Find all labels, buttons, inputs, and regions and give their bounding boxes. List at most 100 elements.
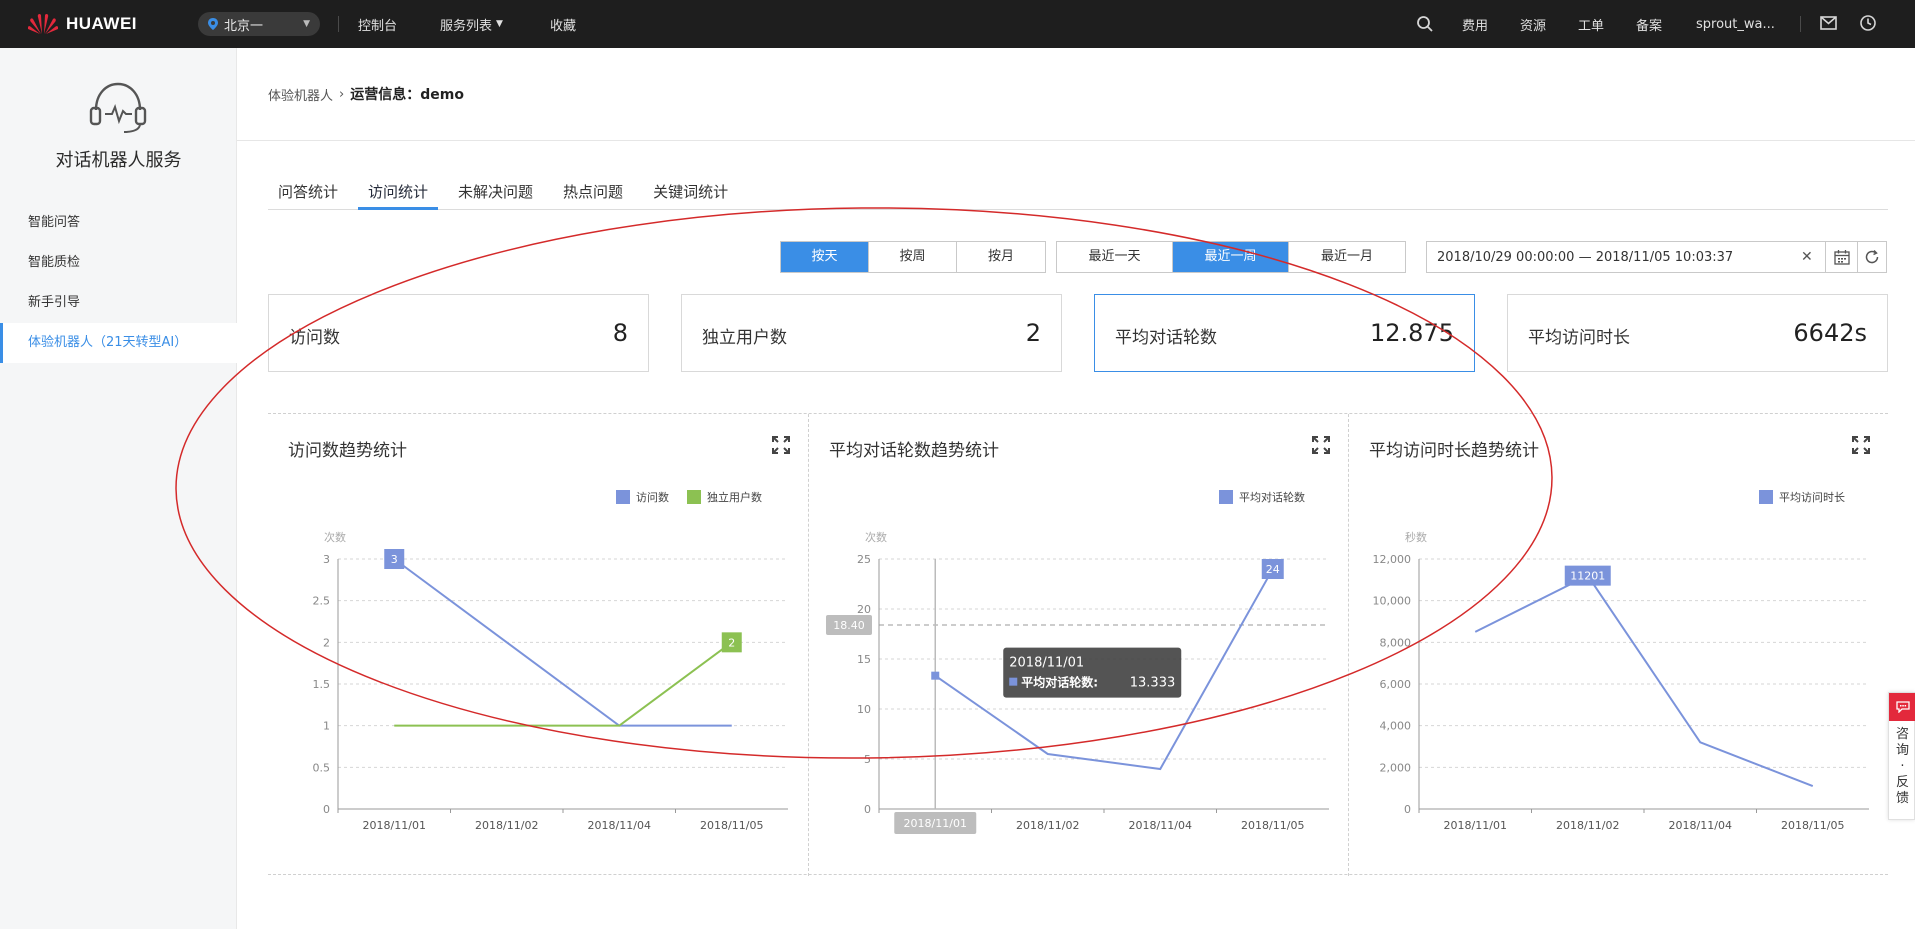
legend-swatch	[616, 490, 630, 504]
huawei-flower-icon	[28, 13, 58, 34]
data-label: 2	[728, 636, 735, 649]
sidebar-item-label: 智能质检	[28, 255, 81, 270]
clock-icon[interactable]	[1859, 14, 1877, 32]
topnav-service-list[interactable]: 服务列表 ▼	[440, 0, 503, 48]
consult-feedback-panel[interactable]: 咨询 · 反馈	[1888, 692, 1915, 820]
by-month-button[interactable]: 按月	[957, 242, 1045, 272]
metric-card-avg-duration[interactable]: 平均访问时长 6642s	[1507, 294, 1888, 372]
x-tick-label: 2018/11/05	[1781, 819, 1844, 832]
metric-label: 独立用户数	[702, 328, 787, 348]
y-tick-label: 3	[323, 553, 330, 566]
location-pin-icon	[208, 18, 218, 30]
topnav-billing[interactable]: 费用	[1462, 0, 1488, 48]
date-range-value: 2018/10/29 00:00:00 — 2018/11/05 10:03:3…	[1437, 249, 1734, 265]
legend-item[interactable]: 平均访问时长	[1779, 489, 1845, 505]
headset-bot-icon	[89, 82, 147, 133]
last-day-button[interactable]: 最近一天	[1057, 242, 1173, 272]
tab-qa-stats[interactable]: 问答统计	[268, 178, 348, 210]
calendar-glyph-icon	[1833, 249, 1850, 265]
y-tick-label: 2.5	[313, 595, 331, 608]
series-line	[1474, 574, 1814, 788]
chart-legend: 平均访问时长	[1759, 489, 1845, 505]
topnav-resources[interactable]: 资源	[1520, 0, 1546, 48]
topnav-filing[interactable]: 备案	[1636, 0, 1662, 48]
date-range-picker[interactable]: 2018/10/29 00:00:00 — 2018/11/05 10:03:3…	[1426, 241, 1858, 273]
legend-item[interactable]: 独立用户数	[707, 489, 762, 505]
topnav-tickets[interactable]: 工单	[1578, 0, 1604, 48]
metric-card-unique-users[interactable]: 独立用户数 2	[681, 294, 1062, 372]
search-icon[interactable]	[1416, 15, 1434, 33]
top-navigation-bar: HUAWEI 北京一 ▼ 控制台 服务列表 ▼ 收藏 费用 资源 工单 备案 sp…	[0, 0, 1915, 48]
metric-value: 8	[612, 319, 628, 347]
divider	[338, 16, 339, 32]
x-tick-label: 2018/11/02	[475, 819, 538, 832]
x-tick-label: 2018/11/05	[700, 819, 763, 832]
y-axis-label: 秒数	[1405, 530, 1427, 544]
metric-value: 6642s	[1793, 319, 1867, 347]
x-tick-label: 2018/11/01	[1444, 819, 1507, 832]
divider	[1800, 16, 1801, 32]
chart-title: 访问数趋势统计	[288, 441, 407, 461]
metric-value: 2	[1025, 319, 1041, 347]
mail-icon[interactable]	[1820, 16, 1837, 30]
expand-icon[interactable]	[1852, 436, 1870, 454]
breadcrumb: 体验机器人 › 运营信息：demo	[268, 84, 464, 104]
chart-legend: 访问数 独立用户数	[616, 489, 762, 505]
sidebar-item-label: 智能问答	[28, 215, 81, 230]
legend-swatch	[1759, 490, 1773, 504]
sidebar-item-quality-check[interactable]: 智能质检	[0, 243, 237, 283]
by-week-button[interactable]: 按周	[869, 242, 957, 272]
y-tick-label: 20	[857, 603, 871, 616]
sidebar-item-smart-qa[interactable]: 智能问答	[0, 203, 237, 243]
y-axis-label: 次数	[324, 530, 346, 544]
region-selector[interactable]: 北京一 ▼	[198, 12, 320, 36]
data-label: 3	[391, 553, 398, 566]
x-tick-label: 2018/11/02	[1016, 819, 1079, 832]
metric-value: 12.875	[1370, 319, 1454, 347]
expand-icon[interactable]	[772, 436, 790, 454]
refresh-button[interactable]	[1857, 241, 1887, 273]
breadcrumb-parent-link[interactable]: 体验机器人	[268, 85, 333, 104]
metric-card-avg-turns[interactable]: 平均对话轮数 12.875	[1094, 294, 1475, 372]
tooltip-title: 2018/11/01	[1009, 656, 1084, 671]
calendar-icon[interactable]	[1825, 242, 1857, 272]
chevron-down-icon: ▼	[303, 19, 310, 29]
y-tick-label: 2	[323, 636, 330, 649]
y-tick-label: 2,000	[1380, 761, 1412, 774]
sidebar-item-beginner-guide[interactable]: 新手引导	[0, 283, 237, 323]
legend-item[interactable]: 访问数	[636, 489, 669, 505]
y-tick-label: 1.5	[313, 678, 331, 691]
user-account-menu[interactable]: sprout_wa...	[1696, 0, 1775, 48]
tab-hot-questions[interactable]: 热点问题	[553, 178, 633, 210]
legend-item[interactable]: 平均对话轮数	[1239, 489, 1305, 505]
sidebar-item-trial-robot[interactable]: 体验机器人（21天转型AI）	[0, 323, 237, 363]
hover-x-label: 2018/11/01	[904, 817, 967, 830]
y-axis-label: 次数	[865, 530, 887, 544]
last-week-button[interactable]: 最近一周	[1173, 242, 1289, 272]
y-tick-label: 0	[323, 803, 330, 816]
by-day-button[interactable]: 按天	[781, 242, 869, 272]
metric-card-visits[interactable]: 访问数 8	[268, 294, 649, 372]
huawei-logo[interactable]: HUAWEI	[28, 9, 137, 39]
tab-visit-stats[interactable]: 访问统计	[358, 178, 439, 210]
last-month-button[interactable]: 最近一月	[1289, 242, 1405, 272]
legend-swatch	[1219, 490, 1233, 504]
topnav-favorites[interactable]: 收藏	[550, 0, 576, 48]
clear-icon[interactable]: ✕	[1801, 249, 1813, 265]
topnav-console[interactable]: 控制台	[358, 0, 397, 48]
metric-label: 平均对话轮数	[1115, 328, 1217, 348]
user-account-label: sprout_wa...	[1696, 16, 1775, 32]
trend-charts-area: 访问数趋势统计 访问数 独立用户数 次数 0 0.5 1 1.5 2 2.5 3 2018/11…	[268, 413, 1888, 876]
expand-icon[interactable]	[1312, 436, 1330, 454]
tooltip-swatch	[1009, 677, 1018, 686]
period-toggle: 最近一天 最近一周 最近一月	[1056, 241, 1406, 273]
y-tick-label: 10,000	[1373, 595, 1412, 608]
avg-duration-line-chart: 秒数 0 2,000 4,000 6,000 8,000 10,000 12,000 2018/…	[1373, 530, 1869, 832]
tab-unresolved[interactable]: 未解决问题	[448, 178, 543, 210]
y-tick-label: 0.5	[313, 761, 331, 774]
y-tick-label: 10	[857, 703, 871, 716]
breadcrumb-current: 运营信息：demo	[350, 87, 464, 103]
tab-keyword-stats[interactable]: 关键词统计	[643, 178, 738, 210]
service-title: 对话机器人服务	[55, 150, 182, 171]
chart-title: 平均访问时长趋势统计	[1369, 441, 1539, 461]
